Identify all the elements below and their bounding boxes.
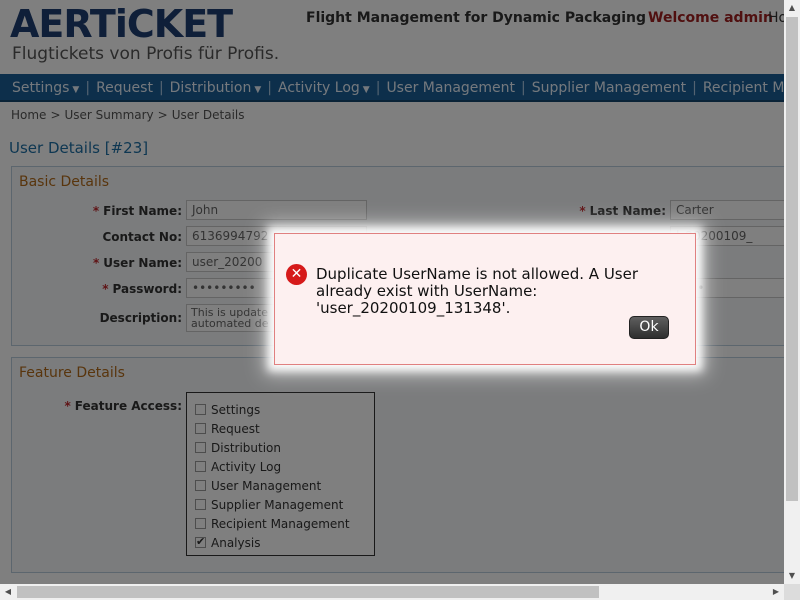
- scroll-down-arrow-icon[interactable]: ▼: [784, 568, 800, 584]
- scroll-up-arrow-icon[interactable]: ▲: [784, 0, 800, 16]
- ok-button[interactable]: Ok: [629, 316, 669, 339]
- error-message: Duplicate UserName is not allowed. A Use…: [316, 265, 639, 317]
- horizontal-scroll-thumb[interactable]: [17, 586, 599, 598]
- scroll-left-arrow-icon[interactable]: ◀: [0, 584, 16, 600]
- error-icon: ✕: [286, 264, 307, 285]
- vertical-scroll-thumb[interactable]: [786, 17, 798, 501]
- page: AERTiCKET Flugtickets von Profis für Pro…: [0, 0, 784, 584]
- scroll-right-arrow-icon[interactable]: ▶: [768, 584, 784, 600]
- scrollbar-corner: [784, 584, 800, 600]
- error-dialog: ✕ Duplicate UserName is not allowed. A U…: [274, 233, 696, 365]
